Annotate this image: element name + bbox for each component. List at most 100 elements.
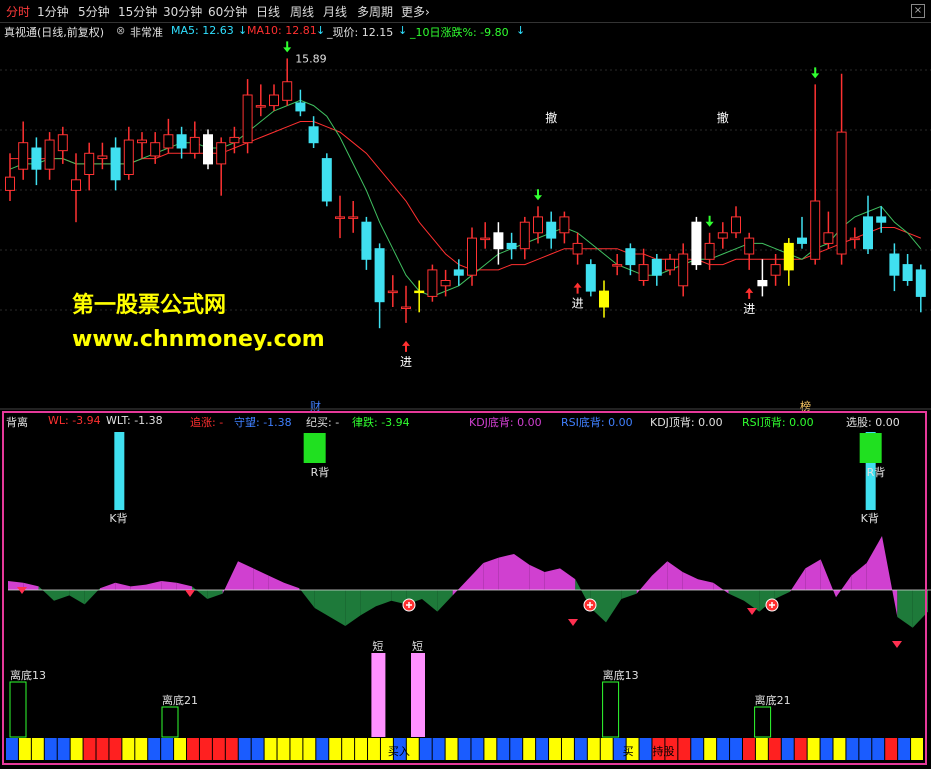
divergence-area-segment bbox=[667, 561, 683, 590]
candle-body bbox=[440, 280, 451, 287]
candle-body bbox=[84, 152, 95, 176]
state-strip-cell bbox=[445, 738, 458, 760]
buy-arrow-icon bbox=[402, 340, 410, 352]
candle-body bbox=[797, 237, 807, 244]
divergence-area-segment bbox=[866, 536, 882, 590]
watermark-title: 第一股票公式网 bbox=[72, 293, 227, 318]
candle-body bbox=[255, 105, 266, 108]
state-strip-cell bbox=[678, 738, 691, 760]
candle-body bbox=[902, 264, 913, 282]
candle-body bbox=[612, 264, 623, 267]
divergence-area-segment bbox=[790, 568, 806, 592]
candle-body bbox=[678, 253, 689, 287]
state-strip-cell bbox=[212, 738, 225, 760]
strategy-state-label: 持股 bbox=[652, 744, 674, 758]
short-term-bar bbox=[411, 653, 425, 737]
gem-icon bbox=[17, 587, 27, 594]
k-divergence-bar bbox=[114, 432, 125, 510]
divergence-area-segment bbox=[207, 590, 223, 599]
divergence-area-segment bbox=[253, 568, 269, 590]
candle-body bbox=[731, 216, 741, 234]
divergence-area-segment bbox=[621, 590, 637, 599]
state-strip-cell bbox=[187, 738, 199, 760]
divergence-area-segment bbox=[115, 582, 131, 590]
k-divergence-label: K背 bbox=[861, 511, 879, 525]
state-strip-cell bbox=[251, 738, 264, 760]
divergence-area-segment bbox=[38, 586, 54, 601]
candle-body bbox=[889, 253, 900, 276]
divergence-area-segment bbox=[84, 588, 100, 605]
divergence-area-segment bbox=[437, 590, 453, 612]
divergence-area-segment bbox=[176, 582, 192, 590]
price-chart[interactable]: 15.89进进 进撤 撤财 榜K背 K背R背 R背短 短离底13离底21离底13离底21买入… bbox=[0, 0, 931, 769]
sell-arrow-icon bbox=[283, 41, 292, 53]
candle-body bbox=[176, 134, 187, 149]
buy-signal-label: 进 bbox=[572, 297, 584, 311]
divergence-area-segment bbox=[222, 561, 238, 594]
bottom-departure-box bbox=[602, 681, 620, 738]
state-strip-cell bbox=[303, 738, 316, 760]
watermark-url: www.chnmoney.com bbox=[72, 327, 325, 352]
divergence-area-segment bbox=[314, 590, 330, 617]
divergence-area-segment bbox=[606, 590, 622, 623]
state-strip-cell bbox=[432, 738, 445, 760]
state-strip-cell bbox=[859, 738, 872, 760]
candle-body bbox=[18, 142, 29, 170]
candle-body bbox=[823, 232, 834, 244]
state-strip-cell bbox=[6, 738, 18, 760]
divergence-area-segment bbox=[851, 563, 867, 590]
state-strip-cell bbox=[161, 738, 174, 760]
state-strip-cell bbox=[730, 738, 742, 760]
short-term-bar bbox=[371, 653, 386, 737]
candle-body bbox=[427, 269, 438, 297]
state-strip-cell bbox=[807, 738, 820, 760]
state-strip-cell bbox=[342, 738, 355, 760]
candle-body bbox=[506, 242, 517, 250]
sell-arrow-icon bbox=[811, 67, 820, 79]
divergence-area-segment bbox=[498, 554, 514, 590]
bottom-departure-label: 离底13 bbox=[10, 668, 46, 682]
candle-body bbox=[321, 158, 332, 202]
state-strip-cell bbox=[820, 738, 833, 760]
rank-marker: 榜 bbox=[800, 399, 811, 413]
buy-signal-label: 进 bbox=[743, 302, 755, 316]
withdraw-signal-label: 撤 bbox=[545, 110, 557, 125]
candle-body bbox=[453, 269, 464, 276]
state-strip-cell bbox=[484, 738, 497, 760]
candle-body bbox=[651, 258, 662, 276]
candle-body bbox=[519, 221, 530, 250]
divergence-area-segment bbox=[268, 575, 284, 590]
divergence-area-segment bbox=[897, 590, 913, 628]
divergence-area-segment bbox=[146, 581, 162, 590]
divergence-area-segment bbox=[468, 563, 484, 590]
withdraw-signal-label: 撤 bbox=[717, 110, 729, 125]
divergence-area-segment bbox=[728, 590, 744, 601]
candle-body bbox=[559, 216, 570, 234]
state-strip-cell bbox=[587, 738, 600, 760]
divergence-area-segment bbox=[882, 536, 898, 617]
state-strip-cell bbox=[536, 738, 549, 760]
candle-body bbox=[44, 139, 55, 170]
r-divergence-bar bbox=[859, 433, 882, 463]
state-strip-cell bbox=[329, 738, 342, 760]
candle-body bbox=[361, 221, 372, 260]
k-divergence-label: K背 bbox=[109, 511, 127, 525]
divergence-area-segment bbox=[452, 579, 468, 596]
r-divergence-label: R背 bbox=[867, 465, 886, 479]
candle-body bbox=[203, 134, 213, 165]
candle-body bbox=[876, 216, 887, 223]
state-strip-cell bbox=[898, 738, 911, 760]
candle-body bbox=[150, 142, 161, 157]
state-strip-cell bbox=[135, 738, 148, 760]
state-strip-cell bbox=[872, 738, 885, 760]
state-strip-cell bbox=[44, 738, 57, 760]
divergence-area-segment bbox=[912, 590, 928, 628]
state-strip-cell bbox=[368, 738, 380, 760]
candle-body bbox=[282, 81, 293, 101]
state-strip-cell bbox=[911, 738, 923, 760]
candle-body bbox=[572, 242, 583, 255]
state-strip-cell bbox=[70, 738, 83, 760]
state-strip-cell bbox=[31, 738, 44, 760]
candle-body bbox=[374, 248, 385, 303]
candle-body bbox=[691, 221, 702, 266]
